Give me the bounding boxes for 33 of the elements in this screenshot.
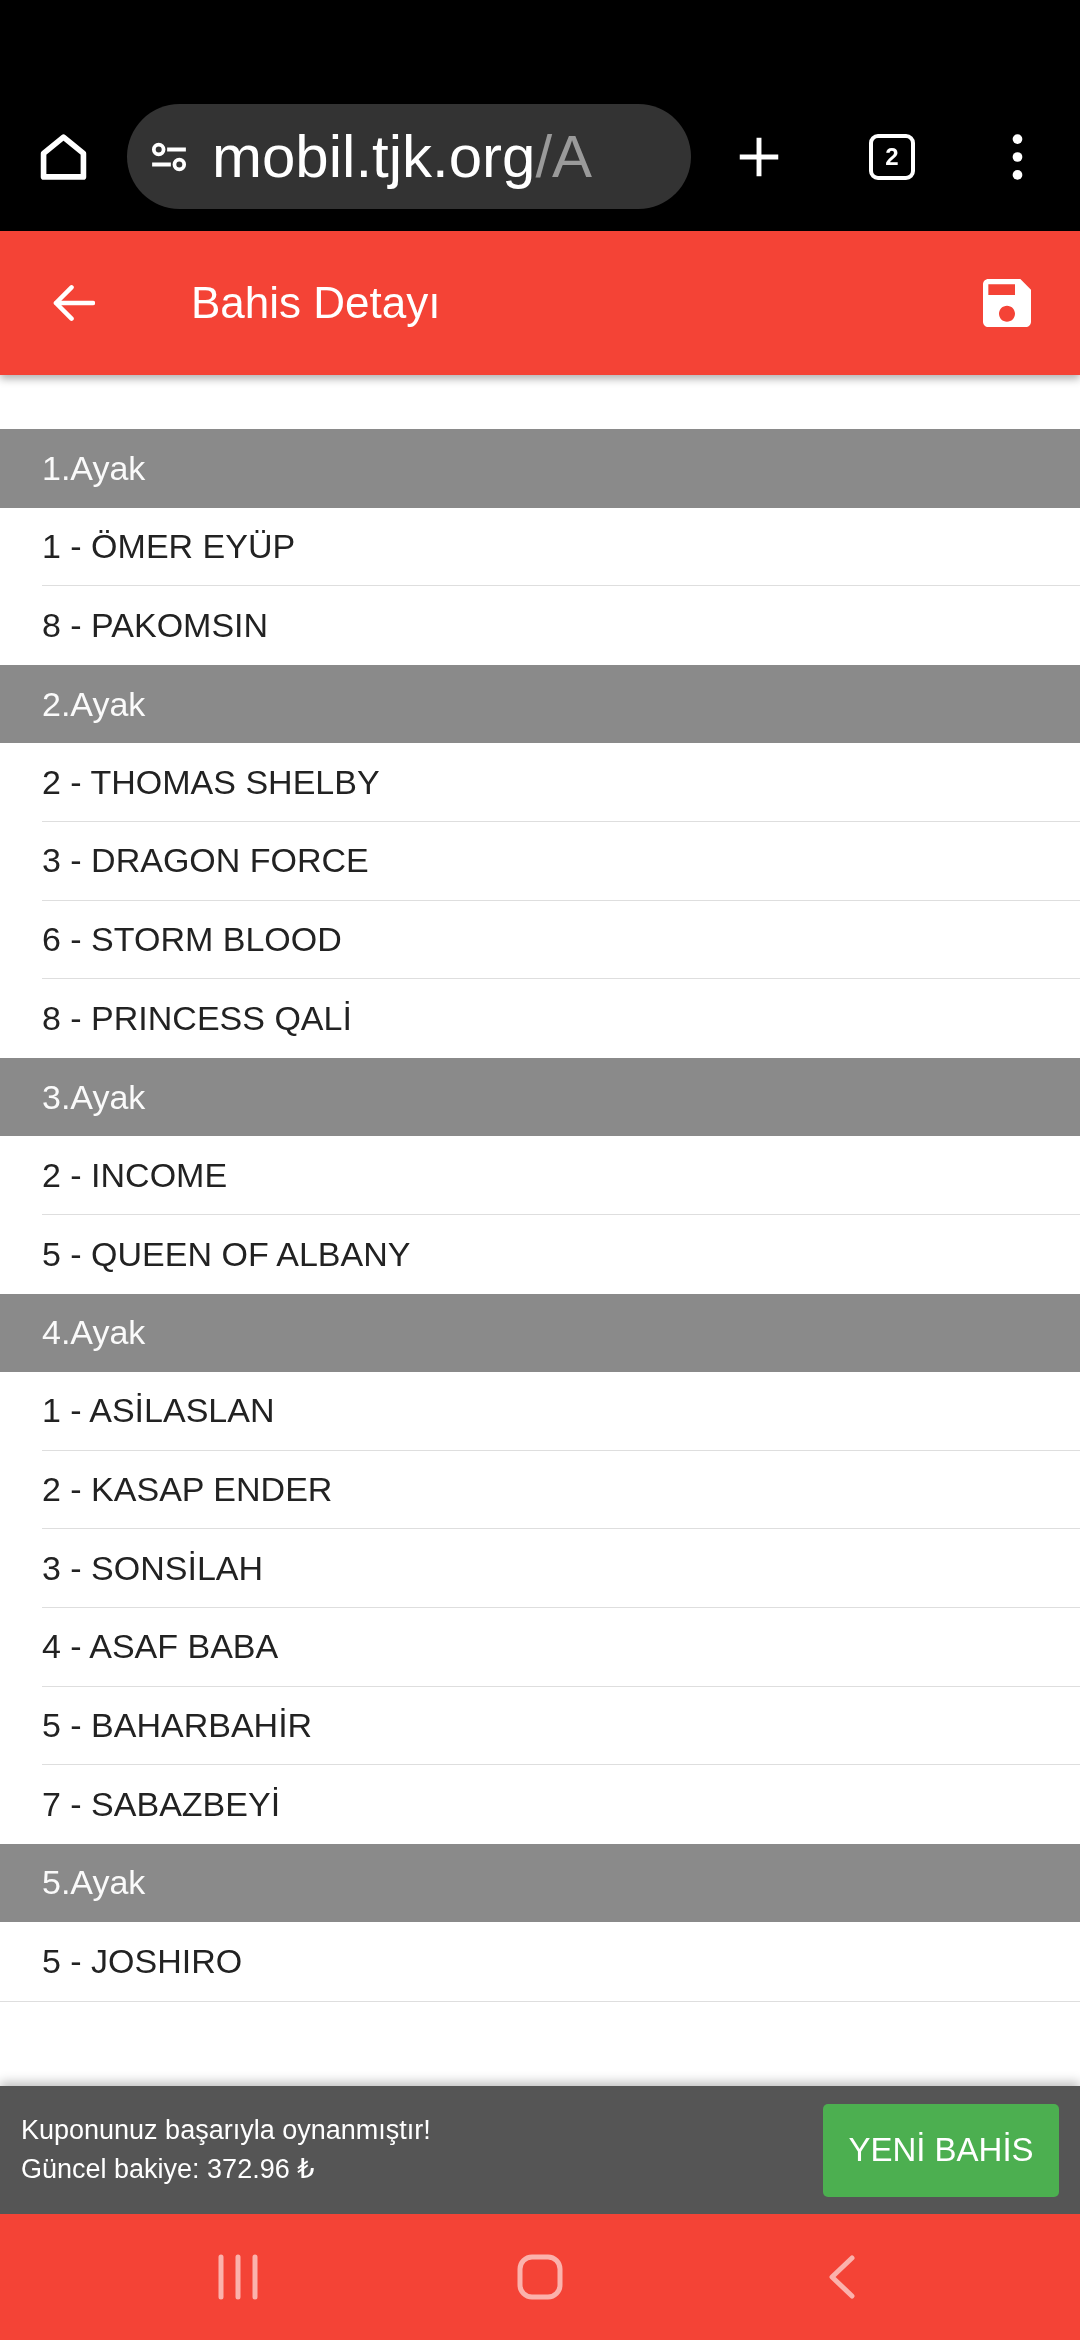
leg-header: 1.Ayak <box>0 429 1080 508</box>
horse-entry: 7 - SABAZBEYİ <box>42 1783 282 1825</box>
horse-entry: 5 - JOSHIRO <box>42 1941 244 1983</box>
horse-entry: 6 - STORM BLOOD <box>42 900 1080 980</box>
home-button-icon[interactable] <box>517 2254 563 2300</box>
back-arrow-icon[interactable] <box>52 283 95 323</box>
horse-entry: 5 - BAHARBAHİR <box>42 1686 1080 1766</box>
horse-entry: 3 - SONSİLAH <box>42 1529 1080 1608</box>
leg-header: 5.Ayak <box>0 1843 1080 1923</box>
horse-entry: 2 - KASAP ENDER <box>42 1450 1080 1530</box>
plus-icon[interactable] <box>738 135 780 178</box>
horse-entry: 2 - THOMAS SHELBY <box>42 743 1080 822</box>
leg-header: 3.Ayak <box>0 1057 1080 1137</box>
leg-header: 4.Ayak <box>0 1293 1080 1373</box>
horse-entry: 8 - PAKOMSIN <box>42 605 270 646</box>
horse-entry: 4 - ASAF BABA <box>42 1607 1080 1687</box>
horse-entry: 2 - INCOME <box>42 1136 1080 1215</box>
horse-entry: 1 - ASİLASLAN <box>42 1372 1080 1451</box>
page-title: Bahis Detayı <box>191 278 441 328</box>
tune-icon[interactable] <box>150 141 188 172</box>
leg-header: 2.Ayak <box>0 664 1080 744</box>
horse-entry: 1 - ÖMER EYÜP <box>42 507 1080 587</box>
horse-entry: 5 - QUEEN OF ALBANY <box>42 1233 412 1275</box>
more-menu-icon[interactable] <box>1011 133 1024 180</box>
message-text: Kuponunuz başarıyla oynanmıştır! <box>21 2114 431 2147</box>
home-icon[interactable] <box>40 133 87 180</box>
recents-icon[interactable] <box>218 2254 258 2300</box>
back-icon[interactable] <box>828 2255 856 2299</box>
url-field[interactable]: mobil.tjk.org/A <box>127 104 691 209</box>
tab-count-button[interactable]: 2 <box>869 133 915 180</box>
horse-entry: 8 - PRINCESS QALİ <box>42 997 353 1039</box>
balance-text: Güncel bakiye: 372.96 ₺ <box>21 2153 316 2186</box>
horse-entry: 3 - DRAGON FORCE <box>42 821 1080 901</box>
